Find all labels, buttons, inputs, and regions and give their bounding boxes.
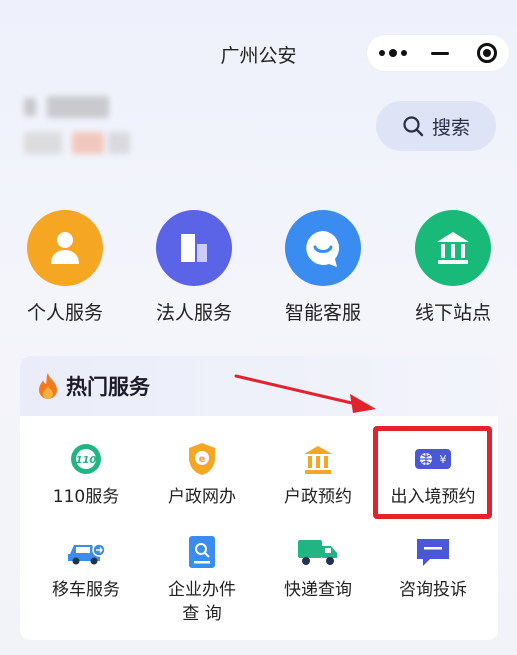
annotation-arrow (234, 374, 376, 413)
highlight-box (373, 426, 492, 519)
